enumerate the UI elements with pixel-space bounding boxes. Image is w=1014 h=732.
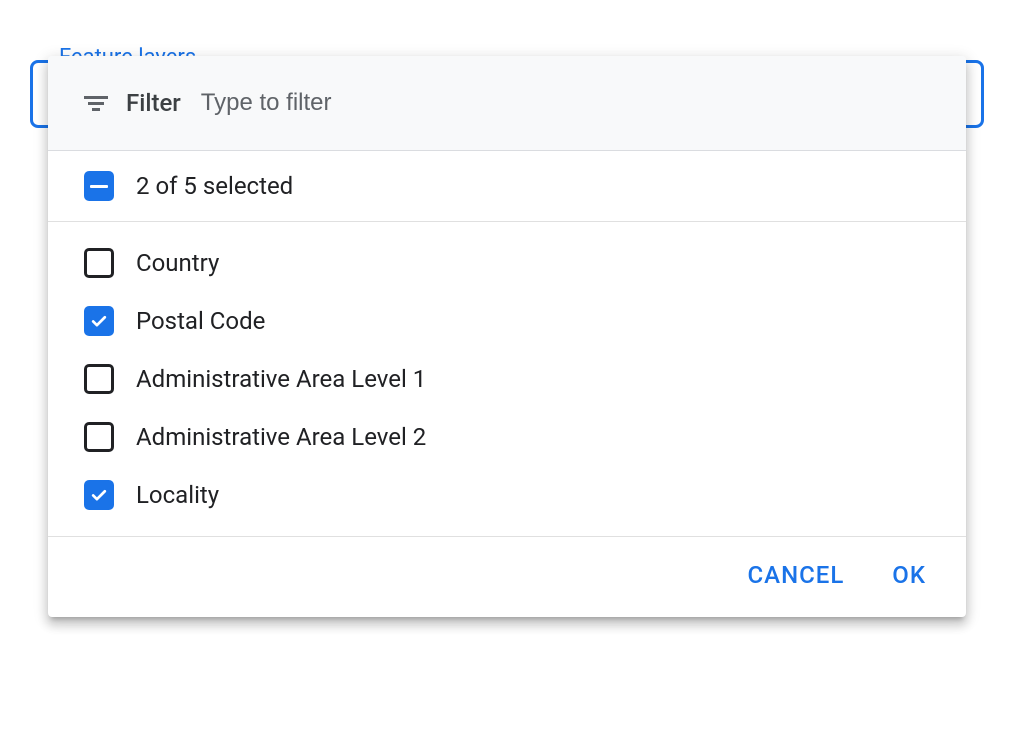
feature-layers-dropdown: Filter 2 of 5 selected Country Postal Cod… [48, 56, 966, 617]
filter-input[interactable] [199, 88, 930, 118]
checkbox-checked-icon[interactable] [84, 480, 114, 510]
option-row-locality[interactable]: Locality [48, 466, 966, 524]
filter-bar: Filter [48, 56, 966, 151]
select-all-row[interactable]: 2 of 5 selected [48, 151, 966, 222]
checkbox-empty-icon[interactable] [84, 422, 114, 452]
selection-summary: 2 of 5 selected [136, 172, 293, 200]
checkbox-checked-icon[interactable] [84, 306, 114, 336]
filter-icon [84, 91, 108, 115]
options-list: Country Postal Code Administrative Area Le… [48, 222, 966, 537]
option-label: Postal Code [136, 307, 265, 335]
cancel-button[interactable]: CANCEL [748, 561, 845, 589]
checkbox-empty-icon[interactable] [84, 248, 114, 278]
option-label: Administrative Area Level 2 [136, 423, 426, 451]
checkbox-empty-icon[interactable] [84, 364, 114, 394]
option-label: Locality [136, 481, 219, 509]
select-all-checkbox-indeterminate-icon[interactable] [84, 171, 114, 201]
option-label: Administrative Area Level 1 [136, 365, 426, 393]
option-row-admin1[interactable]: Administrative Area Level 1 [48, 350, 966, 408]
option-row-country[interactable]: Country [48, 234, 966, 292]
ok-button[interactable]: OK [892, 561, 926, 589]
dialog-footer: CANCEL OK [48, 537, 966, 617]
filter-label: Filter [126, 89, 181, 117]
option-row-admin2[interactable]: Administrative Area Level 2 [48, 408, 966, 466]
option-label: Country [136, 249, 219, 277]
option-row-postal[interactable]: Postal Code [48, 292, 966, 350]
